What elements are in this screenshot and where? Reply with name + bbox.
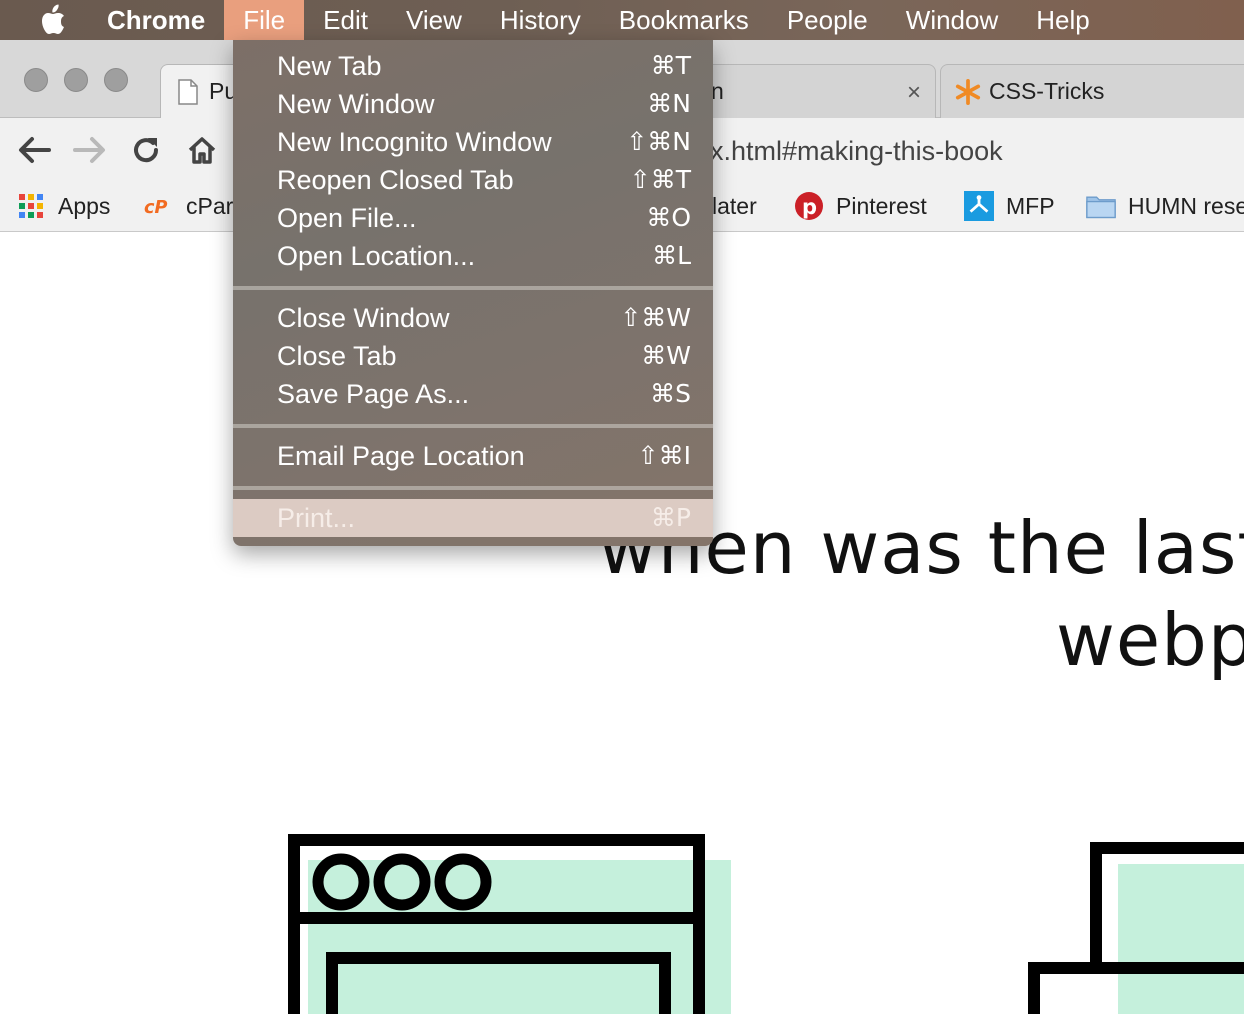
svg-text:p: p <box>802 195 817 219</box>
menu-item-shortcut: ⌘T <box>650 51 691 80</box>
menu-item-label: Close Tab <box>277 341 397 371</box>
menu-bookmarks[interactable]: Bookmarks <box>600 0 768 40</box>
menu-item-label: Open File... <box>277 203 417 233</box>
document-icon <box>175 78 201 105</box>
minimize-window-button[interactable] <box>64 68 88 92</box>
menu-item-new-window[interactable]: New Window ⌘N <box>233 85 713 123</box>
close-window-button[interactable] <box>24 68 48 92</box>
menu-item-label: Save Page As... <box>277 379 470 409</box>
cpanel-icon: cP <box>144 191 174 221</box>
bookmark-later[interactable]: later <box>712 190 757 222</box>
menu-item-shortcut: ⌘N <box>647 89 691 118</box>
menu-item-email-page-location[interactable]: Email Page Location ⇧⌘I <box>233 437 713 475</box>
close-tab-icon[interactable]: × <box>907 79 921 107</box>
bookmark-label: HUMN rese <box>1128 192 1244 219</box>
menu-item-shortcut: ⌘W <box>641 341 691 370</box>
menu-history[interactable]: History <box>481 0 600 40</box>
menu-item-shortcut: ⌘L <box>652 241 691 270</box>
zoom-window-button[interactable] <box>104 68 128 92</box>
menu-item-save-page-as[interactable]: Save Page As... ⌘S <box>233 375 713 413</box>
menu-item-new-tab[interactable]: New Tab ⌘T <box>233 47 713 85</box>
menu-item-label: New Tab <box>277 51 382 81</box>
bookmark-mfp[interactable]: MFP <box>964 190 1055 222</box>
menu-edit[interactable]: Edit <box>304 0 387 40</box>
macos-menu-bar: Chrome File Edit View History Bookmarks … <box>0 0 1244 40</box>
menu-item-shortcut: ⇧⌘I <box>637 441 691 470</box>
pinterest-icon: p <box>794 191 824 221</box>
menu-item-shortcut: ⌘P <box>650 503 691 532</box>
css-tricks-star-icon <box>955 78 981 105</box>
back-button[interactable] <box>16 132 52 168</box>
menu-item-shortcut: ⇧⌘N <box>626 127 691 156</box>
menu-item-print[interactable]: Print... ⌘P <box>233 499 713 537</box>
menu-file[interactable]: File <box>224 0 305 40</box>
menu-item-label: New Window <box>277 89 435 119</box>
svg-text:cP: cP <box>144 198 167 218</box>
tab-title: CSS-Tricks <box>989 78 1105 104</box>
menu-item-close-tab[interactable]: Close Tab ⌘W <box>233 337 713 375</box>
menu-item-shortcut: ⇧⌘W <box>620 303 691 332</box>
menu-item-shortcut: ⌘S <box>650 379 691 408</box>
menu-separator <box>233 424 713 428</box>
bookmark-apps[interactable]: Apps <box>16 190 110 222</box>
menu-chrome[interactable]: Chrome <box>80 0 224 40</box>
forward-button[interactable] <box>72 132 108 168</box>
headline-line-2: webp <box>1056 598 1244 682</box>
apps-grid-icon <box>16 191 46 221</box>
menu-item-label: New Incognito Window <box>277 127 552 157</box>
menu-separator <box>233 486 713 490</box>
bookmark-label: later <box>712 192 757 219</box>
menu-item-new-incognito-window[interactable]: New Incognito Window ⇧⌘N <box>233 123 713 161</box>
stacked-windows-illustration <box>1028 842 1244 1014</box>
apple-menu-icon[interactable] <box>24 0 80 40</box>
bookmark-label: Pinterest <box>836 192 927 219</box>
mfp-icon <box>964 191 994 221</box>
tab-css-tricks[interactable]: CSS-Tricks <box>940 64 1244 118</box>
bookmark-humn-folder[interactable]: HUMN rese <box>1086 190 1244 222</box>
menu-item-open-file[interactable]: Open File... ⌘O <box>233 199 713 237</box>
address-bar[interactable]: dex.html#making-this-book <box>680 130 1244 172</box>
bookmark-pinterest[interactable]: p Pinterest <box>794 190 927 222</box>
reload-button[interactable] <box>128 132 164 168</box>
bookmark-label: cPar <box>186 192 234 219</box>
file-menu-dropdown: New Tab ⌘T New Window ⌘N New Incognito W… <box>233 40 713 546</box>
menu-item-shortcut: ⇧⌘T <box>629 165 691 194</box>
menu-item-close-window[interactable]: Close Window ⇧⌘W <box>233 299 713 337</box>
bookmark-cpanel[interactable]: cP cPar <box>144 190 233 222</box>
menu-item-shortcut: ⌘O <box>646 203 691 232</box>
menu-window[interactable]: Window <box>887 0 1017 40</box>
menu-people[interactable]: People <box>768 0 887 40</box>
menu-help[interactable]: Help <box>1017 0 1108 40</box>
menu-item-label: Email Page Location <box>277 441 525 471</box>
menu-item-open-location[interactable]: Open Location... ⌘L <box>233 237 713 275</box>
menu-item-label: Open Location... <box>277 241 476 271</box>
menu-item-label: Print... <box>277 503 356 533</box>
menu-separator <box>233 286 713 290</box>
bookmark-label: MFP <box>1006 192 1055 219</box>
menu-item-label: Reopen Closed Tab <box>277 165 514 195</box>
menu-item-reopen-closed-tab[interactable]: Reopen Closed Tab ⇧⌘T <box>233 161 713 199</box>
folder-icon <box>1086 191 1116 221</box>
url-text: dex.html#making-this-book <box>680 135 1003 166</box>
menu-view[interactable]: View <box>387 0 481 40</box>
home-button[interactable] <box>184 132 220 168</box>
bookmark-label: Apps <box>58 192 111 219</box>
browser-window-illustration <box>288 834 731 1014</box>
menu-item-label: Close Window <box>277 303 450 333</box>
